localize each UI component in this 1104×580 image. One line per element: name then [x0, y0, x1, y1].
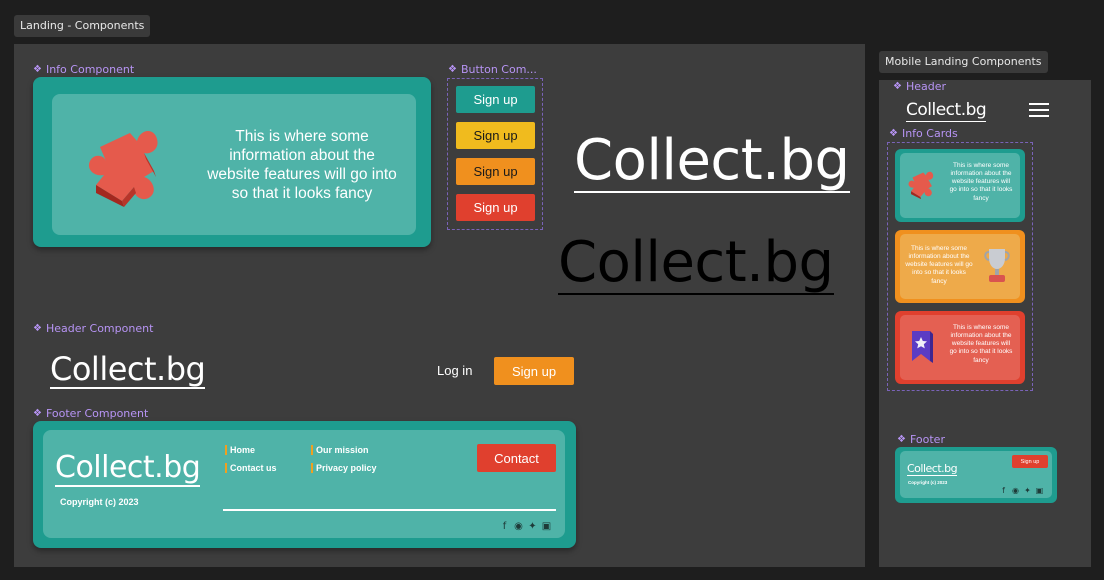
facebook-icon[interactable]: f: [999, 486, 1008, 495]
mobile-footer-name: Footer: [909, 433, 945, 446]
mobile-frame: ❖ Header Collect.bg ❖ Info Cards This is…: [879, 80, 1091, 567]
puzzle-icon: [88, 130, 158, 207]
footer-link-privacy-policy[interactable]: Privacy policy: [311, 463, 377, 473]
mobile-footer-social-icons: f ◉ ✦ ▣: [999, 486, 1044, 495]
landing-frame: ❖ Info Component This is where some info…: [14, 44, 865, 567]
mobile-header-name: Header: [905, 80, 947, 93]
puzzle-icon: [908, 171, 934, 200]
mobile-footer-label[interactable]: ❖ Footer: [897, 433, 945, 446]
button-component-label[interactable]: ❖ Button Com...: [448, 63, 537, 76]
component-icon: ❖: [448, 64, 457, 75]
linkedin-icon[interactable]: ▣: [542, 521, 551, 532]
logo-white-large: Collect.bg: [574, 128, 850, 193]
bookmark-icon: [912, 331, 933, 363]
mobile-info-cards-group: This is where some information about the…: [887, 142, 1033, 391]
landing-frame-title[interactable]: Landing - Components: [14, 15, 151, 37]
mobile-info-card-inner: This is where some information about the…: [900, 234, 1020, 299]
signup-button-orange[interactable]: Sign up: [456, 158, 535, 185]
logo-text: Collect.bg: [907, 462, 958, 476]
mobile-info-card: This is where some information about the…: [895, 230, 1025, 303]
header-logo[interactable]: Collect.bg: [50, 350, 206, 389]
mobile-footer-card: Collect.bg Copyright (c) 2023 Sign up f …: [895, 447, 1057, 503]
mobile-info-cards-label[interactable]: ❖ Info Cards: [889, 127, 958, 140]
logo-text: Collect.bg: [906, 100, 987, 122]
footer-link-contact-us[interactable]: Contact us: [225, 463, 277, 473]
info-component-label[interactable]: ❖ Info Component: [33, 63, 134, 76]
mobile-info-card: This is where some information about the…: [895, 311, 1025, 384]
footer-link-home[interactable]: Home: [225, 445, 255, 455]
component-icon: ❖: [893, 81, 902, 92]
footer-link-our-mission[interactable]: Our mission: [311, 445, 369, 455]
signup-button-yellow[interactable]: Sign up: [456, 122, 535, 149]
mobile-info-card-text: This is where some information about the…: [949, 162, 1013, 202]
header-signup-button[interactable]: Sign up: [494, 357, 574, 385]
component-icon: ❖: [33, 323, 42, 334]
component-icon: ❖: [889, 128, 898, 139]
footer-copyright: Copyright (c) 2023: [60, 497, 139, 507]
logo-text: Collect.bg: [558, 230, 834, 295]
mobile-info-card-inner: This is where some information about the…: [900, 315, 1020, 380]
mobile-info-card-inner: This is where some information about the…: [900, 153, 1020, 218]
header-component-label[interactable]: ❖ Header Component: [33, 322, 153, 335]
signup-button-red[interactable]: Sign up: [456, 194, 535, 221]
mobile-info-card-text: This is where some information about the…: [905, 245, 973, 285]
mobile-frame-title[interactable]: Mobile Landing Components: [879, 51, 1048, 73]
mobile-footer-copyright: Copyright (c) 2023: [908, 480, 948, 485]
footer-logo[interactable]: Collect.bg: [55, 450, 201, 487]
facebook-icon[interactable]: f: [500, 521, 509, 532]
info-card-inner: This is where some information about the…: [52, 94, 416, 235]
footer-card-inner: Collect.bg Copyright (c) 2023 Home Conta…: [43, 430, 565, 538]
logo-black-large: Collect.bg: [558, 230, 834, 295]
mobile-info-cards-name: Info Cards: [901, 127, 958, 140]
github-icon[interactable]: ◉: [1011, 486, 1020, 495]
login-link[interactable]: Log in: [437, 363, 472, 378]
logo-text: Collect.bg: [50, 350, 206, 389]
linkedin-icon[interactable]: ▣: [1035, 486, 1044, 495]
mobile-info-card-text: This is where some information about the…: [949, 324, 1013, 364]
logo-text: Collect.bg: [55, 450, 201, 487]
signup-button-teal[interactable]: Sign up: [456, 86, 535, 113]
twitter-icon[interactable]: ✦: [528, 521, 537, 532]
footer-card: Collect.bg Copyright (c) 2023 Home Conta…: [33, 421, 576, 548]
component-icon: ❖: [33, 408, 42, 419]
mobile-footer-logo[interactable]: Collect.bg: [907, 462, 958, 476]
hamburger-menu-icon[interactable]: [1029, 101, 1049, 119]
footer-divider: [223, 509, 556, 511]
component-icon: ❖: [897, 434, 906, 445]
footer-component-label[interactable]: ❖ Footer Component: [33, 407, 148, 420]
button-variants-group: Sign up Sign up Sign up Sign up: [447, 78, 543, 230]
info-component-name: Info Component: [45, 63, 135, 76]
footer-social-icons: f ◉ ✦ ▣: [500, 521, 552, 532]
twitter-icon[interactable]: ✦: [1023, 486, 1032, 495]
logo-text: Collect.bg: [574, 128, 850, 193]
mobile-footer-inner: Collect.bg Copyright (c) 2023 Sign up f …: [900, 451, 1052, 498]
github-icon[interactable]: ◉: [514, 521, 523, 532]
button-component-name: Button Com...: [460, 63, 537, 76]
mobile-header-logo[interactable]: Collect.bg: [906, 100, 987, 122]
mobile-footer-signup-button[interactable]: Sign up: [1012, 455, 1048, 468]
trophy-icon: [984, 249, 1010, 282]
info-card-text: This is where some information about the…: [207, 128, 397, 202]
info-card: This is where some information about the…: [33, 77, 431, 247]
header-component-name: Header Component: [45, 322, 154, 335]
mobile-info-card: This is where some information about the…: [895, 149, 1025, 222]
footer-component-name: Footer Component: [45, 407, 149, 420]
footer-contact-button[interactable]: Contact: [477, 444, 556, 472]
component-icon: ❖: [33, 64, 42, 75]
mobile-header-label[interactable]: ❖ Header: [893, 80, 946, 93]
